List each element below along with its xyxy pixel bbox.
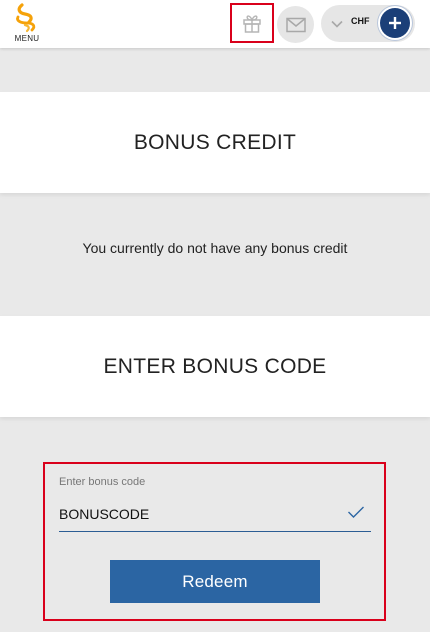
plus-icon bbox=[389, 17, 401, 29]
deposit-plus-button[interactable] bbox=[380, 8, 410, 38]
bonus-code-form: Enter bonus code Redeem bbox=[43, 462, 386, 621]
menu-button[interactable]: MENU bbox=[10, 3, 44, 45]
bonus-credit-card: BONUS CREDIT bbox=[0, 92, 430, 193]
check-icon bbox=[348, 506, 364, 518]
bonus-code-input[interactable] bbox=[59, 498, 371, 532]
bonus-credit-title: BONUS CREDIT bbox=[133, 130, 297, 154]
currency-label: CHF bbox=[351, 16, 370, 26]
bonus-code-field-label: Enter bonus code bbox=[59, 476, 146, 488]
enter-bonus-code-title: ENTER BONUS CODE bbox=[103, 354, 327, 378]
redeem-button[interactable]: Redeem bbox=[110, 560, 320, 603]
enter-bonus-code-card: ENTER BONUS CODE bbox=[0, 316, 430, 417]
menu-logo-icon bbox=[16, 3, 36, 33]
gift-button[interactable] bbox=[230, 3, 274, 43]
top-bar: MENU CHF bbox=[0, 0, 430, 48]
no-bonus-credit-message: You currently do not have any bonus cred… bbox=[82, 240, 348, 256]
page: MENU CHF BONUS CREDIT You currently do n… bbox=[0, 0, 430, 632]
mail-icon bbox=[285, 17, 306, 32]
gift-icon bbox=[243, 15, 261, 33]
chevron-down-icon bbox=[331, 20, 343, 28]
menu-label: MENU bbox=[14, 34, 40, 43]
messages-button[interactable] bbox=[277, 6, 314, 43]
